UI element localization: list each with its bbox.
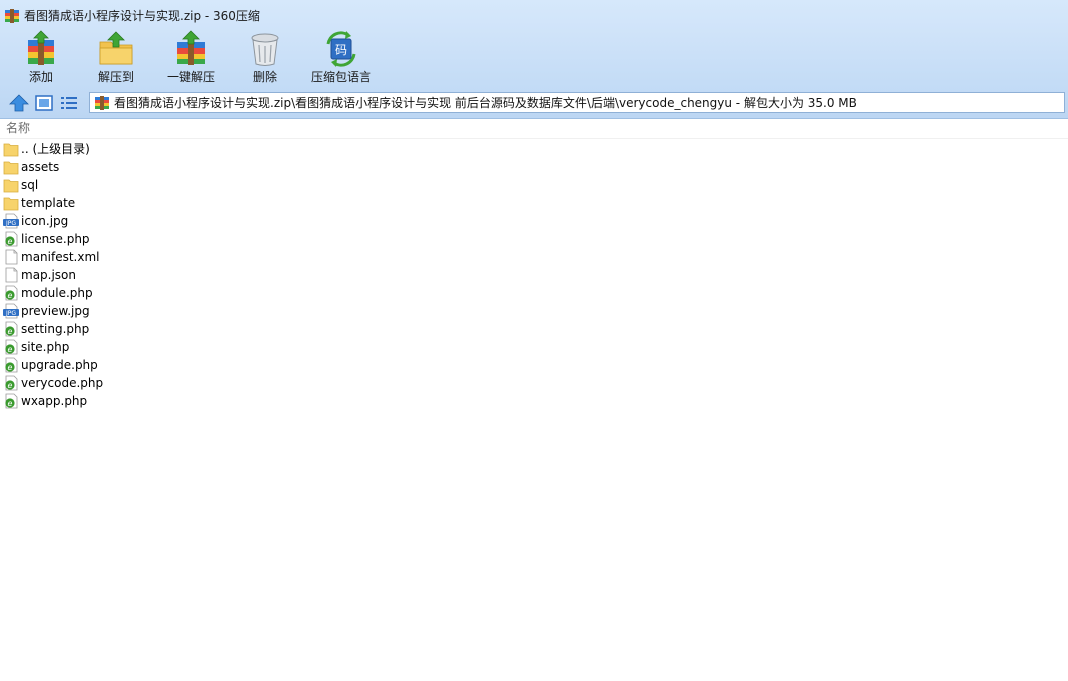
archive-path-icon [95,96,109,110]
file-name: setting.php [21,322,90,336]
window-chrome: 看图猜成语小程序设计与实现.zip - 360压缩 添加 解压到 一键解压 删除… [0,0,1068,119]
svg-text:e: e [8,381,13,390]
svg-text:JPG: JPG [5,310,16,317]
file-name: sql [21,178,39,192]
file-name: preview.jpg [21,304,90,318]
extract-to-label: 解压到 [97,70,134,84]
navigation-bar: 看图猜成语小程序设计与实现.zip\看图猜成语小程序设计与实现 前后台源码及数据… [0,91,1068,116]
folder-icon [3,141,19,157]
svg-text:JPG: JPG [5,220,16,227]
file-list-item[interactable]: manifest.xml [0,248,160,266]
file-list-item[interactable]: e site.php [0,338,160,356]
trash-can-icon [251,33,279,66]
file-name: upgrade.php [21,358,98,372]
folder-icon [3,159,19,175]
file-list-item[interactable]: assets [0,158,160,176]
svg-text:e: e [8,345,13,354]
php-file-icon: e [3,231,19,247]
encoding-language-icon: 码 [326,31,356,67]
address-bar[interactable]: 看图猜成语小程序设计与实现.zip\看图猜成语小程序设计与实现 前后台源码及数据… [89,92,1065,113]
archive-app-icon [5,9,19,23]
svg-text:e: e [8,363,13,372]
jpg-file-icon: JPG [3,303,19,319]
file-list: .. (上级目录) assets sql template JPG icon.jpg e li… [0,140,1068,410]
file-name: license.php [21,232,90,246]
archive-language-button[interactable]: 码 压缩包语言 [308,30,374,88]
column-header-name[interactable]: 名称 [6,121,30,136]
archive-window: 看图猜成语小程序设计与实现.zip - 360压缩 添加 解压到 一键解压 删除… [0,0,1068,681]
file-name: verycode.php [21,376,104,390]
file-name: template [21,196,76,210]
file-list-item[interactable]: e setting.php [0,320,160,338]
file-list-item[interactable]: e verycode.php [0,374,160,392]
one-click-extract-icon [177,30,205,65]
php-file-icon: e [3,357,19,373]
thumbnail-view-icon[interactable] [34,94,54,112]
file-name: icon.jpg [21,214,69,228]
archive-language-label: 压缩包语言 [310,70,371,84]
php-file-icon: e [3,321,19,337]
jpg-file-icon: JPG [3,213,19,229]
address-path-text: 看图猜成语小程序设计与实现.zip\看图猜成语小程序设计与实现 前后台源码及数据… [114,96,857,110]
title-bar[interactable]: 看图猜成语小程序设计与实现.zip - 360压缩 [0,0,1068,32]
file-name: module.php [21,286,93,300]
svg-text:码: 码 [335,43,347,57]
blank-file-icon [3,267,19,283]
file-name: manifest.xml [21,250,100,264]
file-list-item[interactable]: e wxapp.php [0,392,160,410]
folder-icon [3,195,19,211]
window-title: 看图猜成语小程序设计与实现.zip - 360压缩 [24,9,260,23]
svg-text:e: e [8,237,13,246]
file-name: site.php [21,340,70,354]
add-button[interactable]: 添加 [16,30,66,88]
one-click-extract-label: 一键解压 [166,70,215,84]
delete-label: 删除 [252,70,277,84]
php-file-icon: e [3,285,19,301]
file-name: assets [21,160,60,174]
file-name: map.json [21,268,77,282]
file-list-item[interactable]: e license.php [0,230,160,248]
up-level-icon[interactable] [9,94,29,112]
file-list-item[interactable]: .. (上级目录) [0,140,160,158]
svg-text:e: e [8,327,13,336]
one-click-extract-button[interactable]: 一键解压 [163,30,219,88]
file-list-item[interactable]: JPG preview.jpg [0,302,160,320]
file-list-item[interactable]: sql [0,176,160,194]
extract-to-button[interactable]: 解压到 [90,30,142,88]
php-file-icon: e [3,339,19,355]
php-file-icon: e [3,375,19,391]
file-list-item[interactable]: JPG icon.jpg [0,212,160,230]
add-archive-icon [28,30,54,65]
file-list-item[interactable]: template [0,194,160,212]
folder-icon [3,177,19,193]
blank-file-icon [3,249,19,265]
extract-folder-icon [99,31,133,65]
file-name: .. (上级目录) [21,142,90,156]
svg-text:e: e [8,291,13,300]
file-name: wxapp.php [21,394,88,408]
delete-button[interactable]: 删除 [240,30,290,88]
file-list-item[interactable]: e module.php [0,284,160,302]
file-list-item[interactable]: e upgrade.php [0,356,160,374]
file-list-item[interactable]: map.json [0,266,160,284]
list-view-icon[interactable] [59,94,79,112]
add-label: 添加 [28,70,53,84]
php-file-icon: e [3,393,19,409]
main-toolbar: 添加 解压到 一键解压 删除 码 压缩包语言 [0,30,1068,90]
svg-text:e: e [8,399,13,408]
column-header: 名称 [0,119,1068,139]
